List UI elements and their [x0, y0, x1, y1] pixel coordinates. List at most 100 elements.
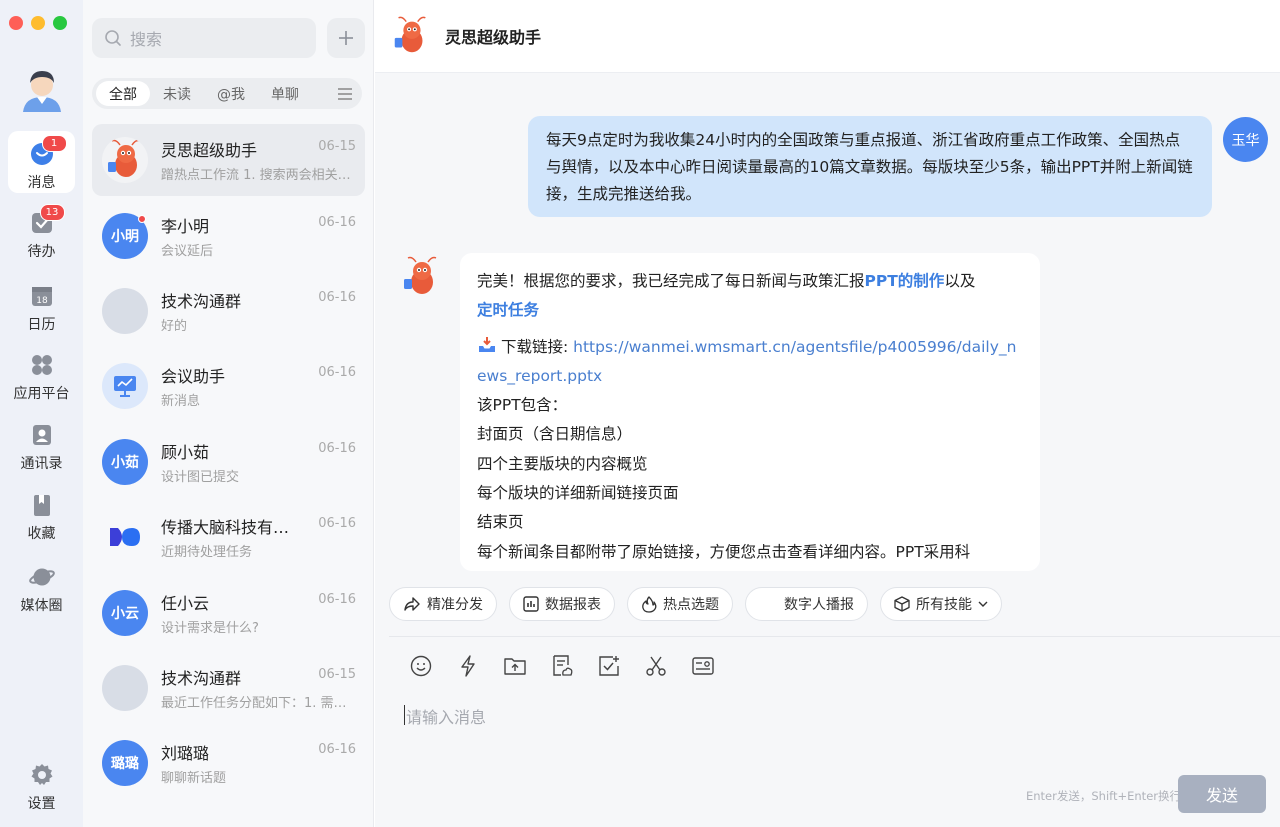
message-input[interactable]: 请输入消息	[406, 704, 486, 728]
nav-settings[interactable]: 设置	[8, 752, 75, 814]
conversation-item[interactable]: 小云 任小云 06-16 设计需求是什么?	[92, 577, 365, 649]
conversation-item[interactable]: 小明 李小明 06-16 会议延后	[92, 200, 365, 272]
message-composer: 请输入消息 Enter发送，Shift+Enter换行 发送	[389, 636, 1280, 827]
chevron-down-icon	[978, 601, 988, 607]
conversation-date: 06-16	[318, 441, 356, 456]
nav-favorites[interactable]: 收藏	[8, 482, 75, 544]
intro-mid: 以及	[944, 272, 976, 290]
skill-label: 所有技能	[916, 597, 972, 613]
nav-settings-label: 设置	[27, 796, 56, 812]
conversation-preview: 新消息	[161, 394, 201, 409]
filter-menu-icon[interactable]	[338, 87, 352, 100]
conversation-item[interactable]: 灵思超级助手 06-15 蹭热点工作流 1. 搜索两会相关热点	[92, 124, 365, 196]
zoom-window-button[interactable]	[53, 16, 67, 30]
conversation-preview: 聊聊新话题	[161, 771, 227, 786]
filter-tab-unread[interactable]: 未读	[150, 81, 204, 106]
chat-header: 灵思超级助手	[375, 0, 1280, 73]
conversation-name: 顾小茹	[161, 443, 210, 462]
nav-media-circle[interactable]: 媒体圈	[8, 554, 75, 616]
nav-contacts[interactable]: 通讯录	[8, 412, 75, 474]
download-label: 下载链接:	[501, 337, 574, 356]
conversation-date: 06-16	[318, 742, 356, 757]
conversation-item[interactable]: 小茹 顾小茹 06-16 设计图已提交	[92, 426, 365, 498]
conversation-preview: 设计图已提交	[161, 470, 240, 485]
filter-tab-all[interactable]: 全部	[96, 81, 150, 106]
conversation-item[interactable]: 传播大脑科技有限公司 06-16 近期待处理任务	[92, 501, 365, 573]
group-avatar	[102, 665, 148, 711]
add-task-button[interactable]	[597, 654, 621, 678]
nav-todo[interactable]: 13 待办	[8, 200, 75, 262]
composer-toolbar	[409, 654, 715, 678]
contact-avatar: 璐璐	[102, 740, 148, 786]
assistant-message-bubble: 完美！根据您的要求，我已经完成了每日新闻与政策汇报PPT的制作以及 定时任务 下载…	[460, 253, 1040, 571]
conversation-date: 06-16	[318, 290, 356, 305]
skill-precise-distribution[interactable]: 精准分发	[389, 587, 497, 621]
conversation-name: 技术沟通群	[161, 292, 242, 311]
conversation-item[interactable]: 技术沟通群 06-16 好的	[92, 275, 365, 347]
bar-chart-icon	[523, 596, 539, 612]
avatar-initials: 小明	[111, 229, 139, 245]
ppt-contains: 该PPT包含：	[477, 396, 568, 415]
conversation-item[interactable]: 璐璐 刘璐璐 06-16 聊聊新话题	[92, 727, 365, 799]
filter-tab-mentions[interactable]: @我	[204, 81, 258, 106]
contact-avatar: 小茹	[102, 439, 148, 485]
highlight-task: 定时任务	[477, 301, 540, 320]
id-card-icon	[692, 657, 714, 675]
conversation-preview: 好的	[161, 319, 188, 334]
conversation-name: 任小云	[161, 594, 210, 613]
chat-bubble-icon: 1	[29, 135, 67, 167]
search-placeholder: 搜索	[130, 30, 163, 49]
skill-hot-topics[interactable]: 热点选题	[627, 587, 733, 621]
cube-icon	[894, 596, 910, 612]
contacts-icon	[29, 422, 55, 448]
search-input[interactable]: 搜索	[92, 18, 316, 58]
document-cloud-button[interactable]	[550, 654, 574, 678]
screenshot-button[interactable]	[644, 654, 668, 678]
upload-file-button[interactable]	[503, 654, 527, 678]
emoji-button[interactable]	[409, 654, 433, 678]
conversation-item[interactable]: 技术沟通群 06-15 最近工作任务分配如下：1. 需求整理	[92, 652, 365, 724]
nav-calendar[interactable]: 18 日历	[8, 273, 75, 335]
checkbox-plus-icon	[599, 656, 619, 676]
close-window-button[interactable]	[9, 16, 23, 30]
user-avatar[interactable]: 玉华	[1223, 117, 1268, 162]
skill-digital-human-broadcast[interactable]: 数字人播报	[745, 587, 868, 621]
skill-label: 数据报表	[545, 597, 601, 613]
lightning-icon	[461, 655, 475, 677]
conversation-date: 06-16	[318, 592, 356, 607]
nav-app-platform-label: 应用平台	[13, 386, 70, 402]
skill-chips: 精准分发 数据报表 热点选题 数字人播报 所有技能	[389, 587, 1002, 621]
conversation-preview: 最近工作任务分配如下：1. 需求整理	[161, 696, 357, 711]
quick-action-button[interactable]	[456, 654, 480, 678]
meeting-assistant-avatar	[102, 363, 148, 409]
skill-data-report[interactable]: 数据报表	[509, 587, 615, 621]
conversation-name: 灵思超级助手	[161, 141, 258, 160]
avatar-initials: 璐璐	[111, 756, 139, 772]
user-message-bubble: 每天9点定时为我收集24小时内的全国政策与重点报道、浙江省政府重点工作政策、全国…	[528, 116, 1212, 217]
nav-rail: 1 消息 13 待办 18 日历 应用平台 通讯录 收藏 媒体圈 设置	[0, 0, 83, 827]
my-avatar[interactable]	[21, 66, 63, 112]
send-button[interactable]: 发送	[1178, 775, 1266, 813]
nav-app-platform[interactable]: 应用平台	[8, 342, 75, 404]
skill-all-skills[interactable]: 所有技能	[880, 587, 1002, 621]
gear-icon	[29, 762, 55, 788]
card-button[interactable]	[691, 654, 715, 678]
minimize-window-button[interactable]	[31, 16, 45, 30]
conversation-item[interactable]: 会议助手 06-16 新消息	[92, 350, 365, 422]
chat-panel: 灵思超级助手 每天9点定时为我收集24小时内的全国政策与重点报道、浙江省政府重点…	[375, 0, 1280, 827]
conversation-date: 06-16	[318, 215, 356, 230]
skill-label: 数字人播报	[784, 597, 854, 613]
filter-tab-direct[interactable]: 单聊	[258, 81, 312, 106]
conversation-preview: 设计需求是什么?	[161, 621, 259, 636]
unread-dot	[138, 215, 146, 223]
nav-messages[interactable]: 1 消息	[8, 131, 75, 193]
ppt-item: 封面页（含日期信息）	[477, 425, 633, 444]
filter-tabs: 全部 未读 @我 单聊	[92, 78, 362, 109]
ppt-item: 结束页	[477, 513, 524, 532]
send-shortcut-hint: Enter发送，Shift+Enter换行	[1025, 789, 1181, 803]
conversation-date: 06-15	[318, 667, 356, 682]
ppt-item: 每个版块的详细新闻链接页面	[477, 484, 679, 503]
new-chat-button[interactable]	[327, 18, 365, 58]
app-grid-icon	[29, 352, 55, 378]
conversation-name: 传播大脑科技有限公司	[161, 518, 303, 537]
